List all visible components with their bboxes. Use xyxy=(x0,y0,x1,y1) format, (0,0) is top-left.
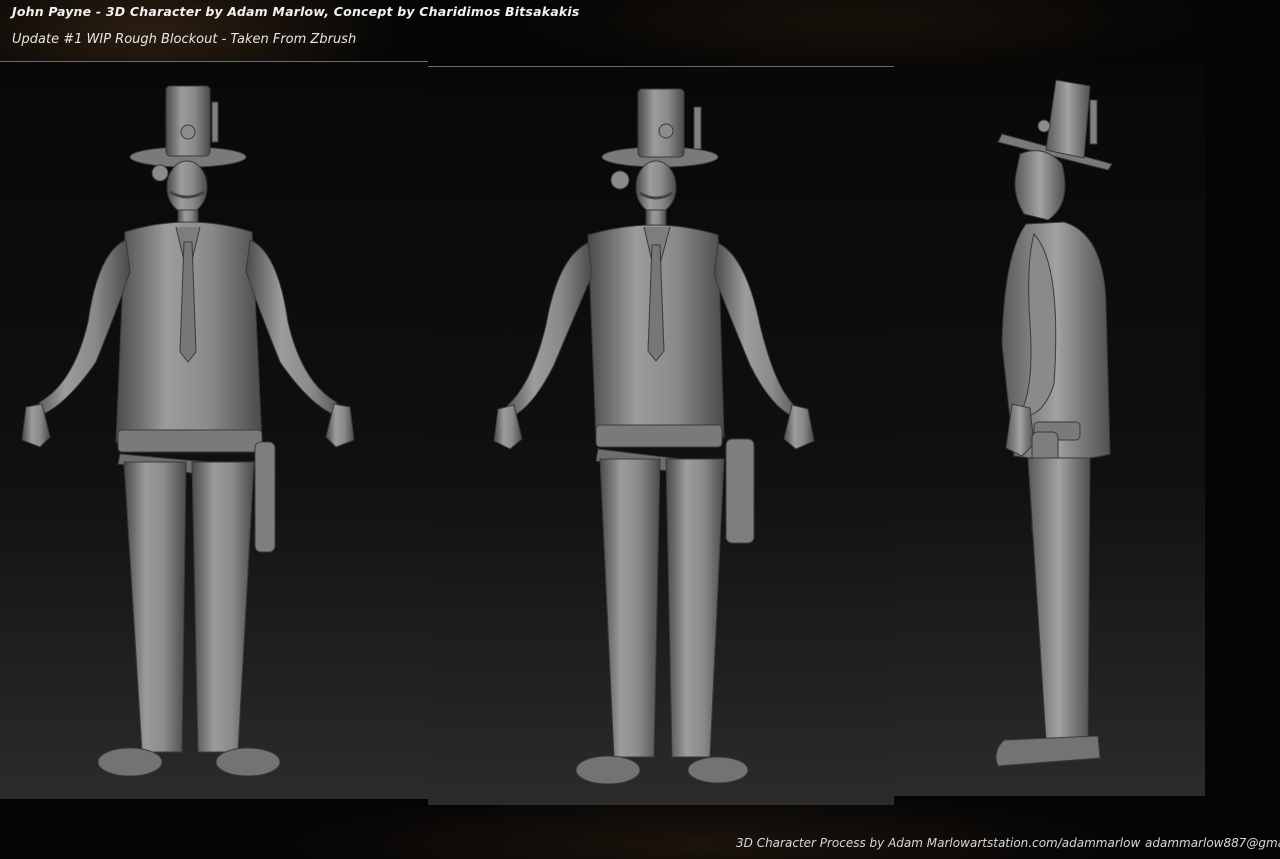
footer-website: artstation.com/adammarlow xyxy=(970,836,1141,850)
footer-email: adammarlow887@gmail.c xyxy=(1145,836,1280,850)
sculpt-view-front xyxy=(0,62,428,799)
sculpt-view-side xyxy=(894,64,1205,796)
page-subtitle: Update #1 WIP Rough Blockout - Taken Fro… xyxy=(12,32,357,47)
page-title: John Payne - 3D Character by Adam Marlow… xyxy=(12,4,580,19)
sculpt-view-three-quarter xyxy=(428,67,894,805)
footer-process-credit: 3D Character Process by Adam Marlow xyxy=(736,836,970,850)
